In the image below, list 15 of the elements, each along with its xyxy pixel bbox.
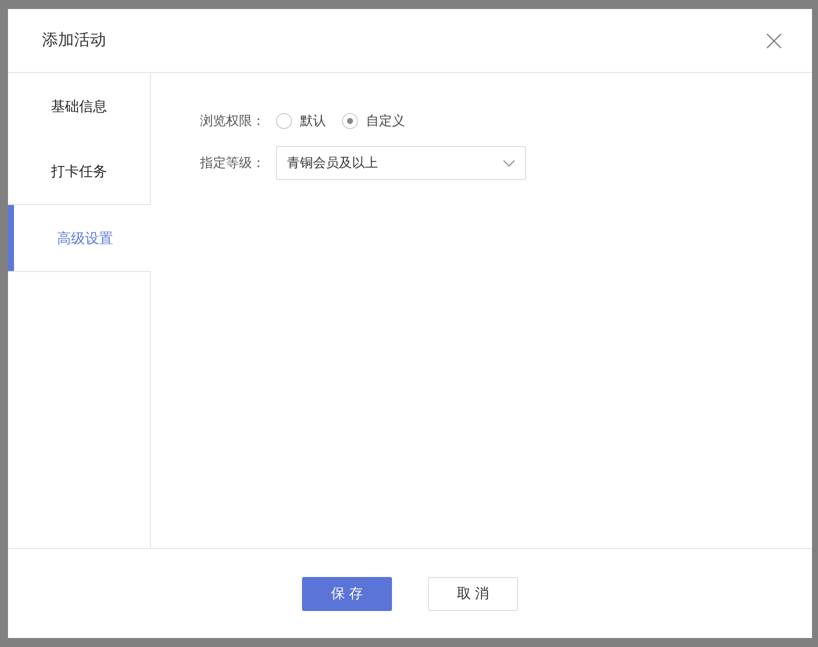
save-button[interactable]: 保存 [302,576,392,610]
radio-button[interactable] [276,113,292,129]
radio-button[interactable] [342,113,358,129]
level-select[interactable]: 青铜会员及以上 [276,146,526,180]
sidebar-tab[interactable]: 基础信息 [8,73,151,139]
dialog-title: 添加活动 [42,30,106,50]
sidebar-tab[interactable]: 打卡任务 [8,139,151,205]
radio-label: 自定义 [366,112,405,130]
cancel-button[interactable]: 取消 [428,576,518,610]
field-label: 指定等级： [200,154,266,172]
close-icon[interactable] [766,32,782,48]
radio-label: 默认 [300,112,326,130]
field-label: 浏览权限： [200,112,266,130]
chevron-down-icon [503,160,515,166]
sidebar-tab[interactable]: 高级设置 [8,205,151,271]
